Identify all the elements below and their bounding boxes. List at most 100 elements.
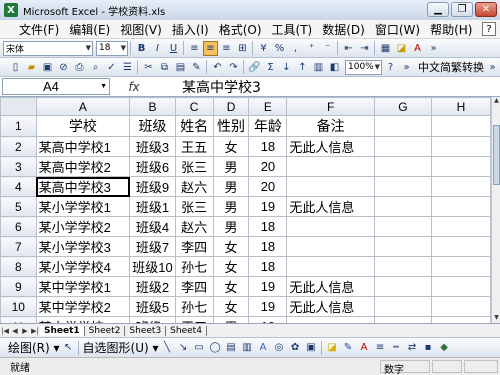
row-header[interactable]: 5 [0, 196, 37, 217]
menu-format[interactable]: 格式(O) [214, 21, 267, 38]
increase-decimal-icon[interactable]: ⁺ [304, 41, 319, 56]
vertical-scrollbar[interactable]: ▲ ▼ [491, 97, 500, 323]
cell-b7[interactable]: 班级7 [129, 236, 176, 257]
decrease-decimal-icon[interactable]: ⁻ [320, 41, 335, 56]
arrow-icon[interactable]: ↘ [176, 340, 191, 355]
cell-d10[interactable]: 女 [212, 296, 250, 317]
cell-d8[interactable]: 女 [212, 256, 250, 277]
cell-d2[interactable]: 女 [212, 136, 250, 157]
help-icon[interactable]: ? [482, 22, 496, 36]
undo-icon[interactable]: ↶ [210, 60, 225, 75]
tab-sheet4[interactable]: Sheet4 [166, 325, 207, 336]
first-sheet-icon[interactable]: |◀ [0, 327, 10, 335]
tab-sheet3[interactable]: Sheet3 [125, 325, 167, 336]
cell-g3[interactable] [373, 156, 432, 177]
cell-b4[interactable]: 班级9 [129, 176, 176, 197]
cell-b5[interactable]: 班级1 [129, 196, 176, 217]
picture-icon[interactable]: ▣ [304, 340, 319, 355]
cell-c5[interactable]: 张三 [174, 196, 214, 217]
align-center-icon[interactable]: ≡ [203, 40, 218, 56]
comma-icon[interactable]: , [288, 41, 303, 56]
cell-b8[interactable]: 班级10 [129, 256, 176, 277]
column-header-b[interactable]: B [129, 97, 176, 116]
cell-e6[interactable]: 18 [248, 216, 288, 237]
cell-g8[interactable] [373, 256, 432, 277]
increase-indent-icon[interactable]: ⇥ [357, 41, 372, 56]
menu-file[interactable]: 文件(F) [14, 21, 64, 38]
cell-g10[interactable] [373, 296, 432, 317]
percent-icon[interactable]: % [272, 41, 287, 56]
minimize-button[interactable]: ▁ [427, 2, 449, 17]
cell-f6[interactable] [286, 216, 375, 237]
cell-e8[interactable]: 18 [248, 256, 288, 277]
last-sheet-icon[interactable]: ▶| [30, 327, 40, 335]
zoom-select[interactable]: 100% ▼ [345, 59, 382, 75]
cell-c8[interactable]: 孙七 [174, 256, 214, 277]
cell-h8[interactable] [430, 256, 491, 277]
sort-ascending-icon[interactable]: ↓ [279, 60, 294, 75]
scroll-thumb[interactable] [493, 125, 500, 185]
currency-icon[interactable]: ¥ [256, 41, 271, 56]
cell-e9[interactable]: 19 [248, 276, 288, 297]
cell-h10[interactable] [430, 296, 491, 317]
row-header[interactable]: 10 [0, 296, 37, 317]
textbox-icon[interactable]: ▤ [224, 340, 239, 355]
menu-data[interactable]: 数据(D) [317, 21, 370, 38]
cell-f7[interactable] [286, 236, 375, 257]
font-color-icon[interactable]: A [410, 41, 425, 56]
cell-b10[interactable]: 班级5 [129, 296, 176, 317]
borders-icon[interactable]: ▦ [378, 41, 393, 56]
chart-wizard-icon[interactable]: ▥ [311, 60, 326, 75]
cell-f10[interactable]: 无此人信息 [286, 296, 375, 317]
arrow-style-icon[interactable]: ⇄ [405, 340, 420, 355]
select-objects-icon[interactable]: ↖ [61, 340, 76, 355]
clipart-icon[interactable]: ✿ [288, 340, 303, 355]
cell-c6[interactable]: 赵六 [174, 216, 214, 237]
restore-button[interactable]: ❐ [451, 2, 473, 17]
formula-input[interactable]: 某高中学校3 [158, 77, 261, 97]
fx-icon[interactable]: fx [110, 80, 158, 94]
vertical-textbox-icon[interactable]: ▥ [240, 340, 255, 355]
cell-f8[interactable] [286, 256, 375, 277]
line-style-icon[interactable]: ≡ [373, 340, 388, 355]
cell-b2[interactable]: 班级3 [129, 136, 176, 157]
cell-f2[interactable]: 无此人信息 [286, 136, 375, 157]
next-sheet-icon[interactable]: ▶ [20, 327, 30, 335]
cell-g5[interactable] [373, 196, 432, 217]
cell-a1[interactable]: 学校 [35, 115, 131, 137]
cell-e3[interactable]: 20 [248, 156, 288, 177]
cell-a5[interactable]: 某小学学校1 [35, 196, 131, 217]
cell-e2[interactable]: 18 [248, 136, 288, 157]
oval-icon[interactable]: ◯ [208, 340, 223, 355]
cut-icon[interactable]: ✂ [141, 60, 156, 75]
format-painter-icon[interactable]: ✎ [189, 60, 204, 75]
toolbar-options-icon-2[interactable]: » [399, 60, 414, 75]
open-icon[interactable]: ▰ [24, 60, 39, 75]
cell-b6[interactable]: 班级4 [129, 216, 176, 237]
row-header[interactable]: 7 [0, 236, 37, 257]
permission-icon[interactable]: ⊘ [56, 60, 71, 75]
line-icon[interactable]: ╲ [160, 340, 175, 355]
cell-a8[interactable]: 某小学学校4 [35, 256, 131, 277]
cell-b1[interactable]: 班级 [129, 115, 176, 137]
row-header[interactable]: 4 [0, 176, 37, 197]
font-color-draw-icon[interactable]: A [357, 340, 372, 355]
hyperlink-icon[interactable]: 🔗 [247, 60, 262, 75]
cell-e5[interactable]: 19 [248, 196, 288, 217]
cell-d1[interactable]: 性别 [212, 115, 250, 137]
spelling-icon[interactable]: ✓ [104, 60, 119, 75]
new-icon[interactable]: ▯ [8, 60, 23, 75]
toolbar-options-icon[interactable]: » [426, 41, 441, 56]
italic-icon[interactable]: I [150, 41, 165, 56]
cell-e1[interactable]: 年龄 [248, 115, 288, 137]
cell-c2[interactable]: 王五 [174, 136, 214, 157]
cell-f9[interactable]: 无此人信息 [286, 276, 375, 297]
name-box[interactable]: A4 ▼ [2, 78, 110, 95]
column-header-f[interactable]: F [286, 97, 375, 116]
cell-c10[interactable]: 孙七 [174, 296, 214, 317]
scroll-up-icon[interactable]: ▲ [492, 97, 500, 106]
cell-c1[interactable]: 姓名 [174, 115, 214, 137]
column-header-a[interactable]: A [35, 97, 131, 116]
autoshapes-button[interactable]: 自选图形(U) ▾ [83, 339, 159, 356]
cell-f1[interactable]: 备注 [286, 115, 375, 137]
